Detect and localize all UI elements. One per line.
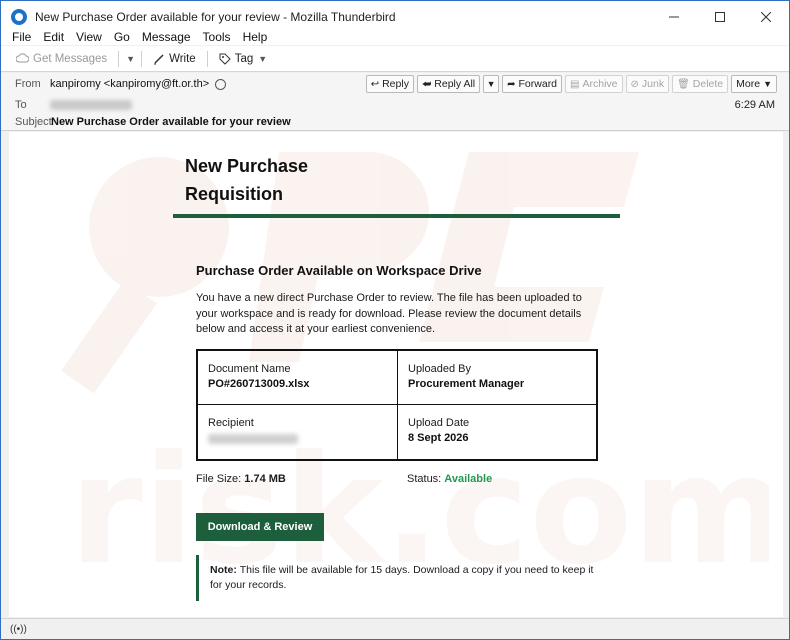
reply-button[interactable]: ↩ Reply	[365, 75, 414, 93]
forward-label: Forward	[518, 78, 558, 90]
reply-label: Reply	[382, 78, 409, 90]
from-row: From kanpiromy <kanpiromy@ft.or.th>	[15, 78, 227, 90]
more-label: More	[736, 78, 761, 90]
document-name-value: PO#260713009.xlsx	[208, 378, 310, 390]
junk-icon: ⊘	[630, 78, 639, 90]
document-name-cell: Document Name PO#260713009.xlsx	[198, 351, 398, 405]
note-text: This file will be available for 15 days.…	[210, 564, 594, 591]
close-icon	[761, 12, 771, 22]
reply-all-dropdown-button[interactable]: ▼	[483, 75, 500, 93]
thunderbird-window: New Purchase Order available for your re…	[0, 0, 790, 640]
forward-button[interactable]: ➦ Forward	[502, 75, 563, 93]
menu-file[interactable]: File	[7, 29, 38, 45]
from-label: From	[15, 78, 41, 90]
file-size-label: File Size:	[196, 473, 245, 485]
write-label: Write	[169, 52, 196, 65]
message-time: 6:29 AM	[734, 99, 775, 111]
reply-all-icon: ⮨	[421, 78, 432, 90]
window-title: New Purchase Order available for your re…	[35, 10, 396, 24]
main-toolbar: Get Messages ▼ Write Tag ▼	[1, 46, 789, 72]
reply-all-label: Reply All	[434, 78, 476, 90]
email-content: New Purchase Requisition Purchase Order …	[9, 132, 783, 617]
menu-view[interactable]: View	[71, 29, 109, 45]
email-title-line-1: New Purchase	[185, 156, 309, 176]
to-label: To	[15, 99, 27, 111]
title-divider	[173, 214, 620, 218]
from-address[interactable]: kanpiromy <kanpiromy@ft.or.th>	[50, 78, 209, 90]
archive-icon: ▤	[570, 78, 580, 90]
section-heading: Purchase Order Available on Workspace Dr…	[196, 263, 482, 278]
document-name-label: Document Name	[208, 363, 291, 375]
contact-icon[interactable]	[215, 78, 227, 90]
more-button[interactable]: More ▼	[731, 75, 777, 93]
menu-message[interactable]: Message	[137, 29, 198, 45]
status-bar: ((•))	[1, 618, 789, 639]
get-messages-label: Get Messages	[33, 52, 108, 65]
subject-row: Subject New Purchase Order available for…	[15, 116, 291, 128]
junk-label: Junk	[641, 78, 665, 90]
minimize-icon	[669, 16, 679, 18]
redacted-recipient-value	[208, 434, 298, 444]
pencil-icon	[154, 53, 164, 64]
toolbar-separator	[141, 50, 143, 67]
junk-button[interactable]: ⊘ Junk	[625, 75, 670, 93]
note-label: Note:	[210, 564, 240, 576]
status-value: Available	[444, 473, 493, 485]
archive-label: Archive	[582, 78, 618, 90]
menu-bar: File Edit View Go Message Tools Help	[1, 29, 789, 45]
menu-tools[interactable]: Tools	[198, 29, 238, 45]
cloud-download-icon	[16, 53, 29, 63]
recipient-label: Recipient	[208, 417, 254, 429]
delete-button[interactable]: 🗑 Delete	[672, 75, 729, 93]
message-body: risk.com New Purchase Requisition Purcha…	[9, 132, 783, 617]
menu-go[interactable]: Go	[109, 29, 137, 45]
tag-button[interactable]: Tag ▼	[214, 51, 272, 67]
upload-date-value: 8 Sept 2026	[408, 432, 469, 444]
online-status-icon[interactable]: ((•))	[10, 624, 27, 635]
intro-paragraph: You have a new direct Purchase Order to …	[196, 292, 582, 335]
recipient-cell: Recipient	[198, 405, 398, 459]
tag-dropdown-icon: ▼	[258, 53, 268, 64]
menu-help[interactable]: Help	[238, 29, 275, 45]
upload-date-cell: Upload Date 8 Sept 2026	[398, 405, 598, 459]
thunderbird-logo-icon	[11, 9, 27, 25]
message-header: From kanpiromy <kanpiromy@ft.or.th> ↩ Re…	[1, 73, 789, 131]
archive-button[interactable]: ▤ Archive	[565, 75, 623, 93]
email-title: New Purchase Requisition	[185, 152, 385, 208]
subject-label: Subject	[15, 116, 52, 128]
to-row: To	[15, 99, 132, 111]
status-label: Status:	[407, 473, 445, 485]
availability-note: Note: This file will be available for 15…	[196, 555, 606, 601]
maximize-icon	[715, 12, 725, 22]
redacted-recipient	[50, 100, 132, 110]
write-button[interactable]: Write	[148, 51, 201, 67]
trash-icon: 🗑	[677, 78, 690, 90]
menu-edit[interactable]: Edit	[38, 29, 71, 45]
forward-icon: ➦	[507, 78, 516, 90]
uploaded-by-value: Procurement Manager	[408, 378, 525, 390]
file-size-value: 1.74 MB	[244, 473, 286, 485]
upload-date-label: Upload Date	[408, 417, 470, 429]
tag-icon	[219, 53, 231, 65]
delete-label: Delete	[692, 78, 724, 90]
toolbar-separator	[118, 50, 120, 67]
file-size: File Size: 1.74 MB	[196, 473, 286, 485]
download-review-button[interactable]: Download & Review	[196, 513, 324, 541]
reply-all-button[interactable]: ⮨ Reply All	[416, 75, 481, 93]
chevron-down-icon: ▼	[763, 79, 772, 89]
message-actions: ↩ Reply ⮨ Reply All ▼ ➦ Forward ▤ Archiv…	[365, 75, 777, 93]
email-title-line-2: Requisition	[185, 184, 283, 204]
subject-value: New Purchase Order available for your re…	[51, 116, 291, 128]
chevron-down-icon: ▼	[486, 79, 496, 89]
get-messages-dropdown-icon[interactable]: ▼	[126, 54, 135, 64]
get-messages-button[interactable]: Get Messages	[11, 51, 112, 67]
uploaded-by-cell: Uploaded By Procurement Manager	[398, 351, 598, 405]
file-status: Status: Available	[407, 473, 492, 485]
document-details-table: Document Name PO#260713009.xlsx Uploaded…	[196, 349, 598, 461]
reply-icon: ↩	[370, 78, 380, 90]
uploaded-by-label: Uploaded By	[408, 363, 471, 375]
toolbar-separator	[206, 50, 208, 67]
tag-label: Tag	[234, 52, 254, 65]
